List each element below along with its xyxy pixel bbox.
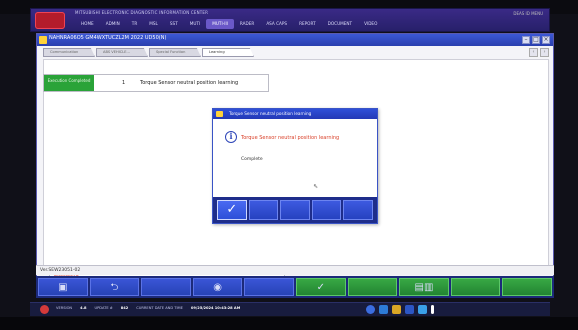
close-icon[interactable]: × [542, 36, 550, 44]
monitor-bezel-bottom [0, 317, 578, 330]
dialog-button-3[interactable] [280, 200, 310, 220]
version-value: 4.8 [80, 306, 87, 310]
ok-button[interactable]: ✓ [217, 200, 247, 220]
learning-dialog: Torque Sensor neutral position learning … [212, 108, 378, 224]
menu-msl[interactable]: MSL [143, 19, 164, 29]
system-title: MITSUBISHI ELECTRONIC DIAGNOSTIC INFORMA… [75, 10, 209, 15]
current-datetime-value: 09/25/2024 10:43:28 AM [190, 306, 241, 310]
record-button[interactable]: ◉ [192, 278, 243, 296]
tools-icon[interactable] [418, 305, 427, 314]
dialog-title: Torque Sensor neutral position learning [229, 111, 312, 116]
dialog-button-5[interactable] [343, 200, 373, 220]
tab-abs-vehicle[interactable]: ABS VEHICLE... [96, 48, 148, 57]
tab-learning[interactable]: Learning [202, 48, 254, 57]
minimize-icon[interactable]: – [522, 36, 530, 44]
menu-tr[interactable]: TR [126, 19, 143, 29]
menu-muti-iii[interactable]: MUTI-III [206, 19, 234, 29]
step-number: 1 [122, 80, 126, 86]
menu-muti[interactable]: MUTI [184, 19, 206, 29]
tab-nav-buttons: ‹ › [529, 48, 549, 57]
brand-logo [35, 12, 65, 29]
taskbar-info: VERSION 4.8 UPDATE # 842 CURRENT DATE AN… [56, 306, 240, 310]
tab-prev-icon[interactable]: ‹ [529, 48, 538, 57]
screen: MITSUBISHI ELECTRONIC DIAGNOSTIC INFORMA… [0, 0, 578, 330]
info-icon: i [225, 131, 237, 143]
version-label: VERSION [56, 306, 73, 310]
current-datetime-label: CURRENT DATE AND TIME [136, 306, 183, 310]
tab-special-function[interactable]: Special Function [149, 48, 201, 57]
main-menu: HOME ADMIN TR MSL SST MUTI MUTI-III RADE… [75, 19, 383, 29]
dialog-titlebar: Torque Sensor neutral position learning [213, 109, 377, 119]
version-bar: Ver.SEW23051-02 [36, 265, 554, 275]
menu-rader[interactable]: RADER [234, 19, 260, 29]
menu-asa-caps[interactable]: ASA CAPS [260, 19, 293, 29]
window-controls: – □ × [522, 36, 550, 44]
network-icon[interactable] [366, 305, 375, 314]
top-right-info: DEAS ID MENU [513, 11, 543, 16]
bottom-toolbar: ▣ ⮌ ◉ ✓ ▤▥ [36, 276, 554, 298]
browser-icon[interactable] [379, 305, 388, 314]
dialog-button-bar: ✓ [213, 197, 377, 223]
update-label: UPDATE # [94, 306, 113, 310]
back-button[interactable]: ⮌ [89, 278, 140, 296]
tray-divider-icon [431, 305, 434, 314]
tab-next-icon[interactable]: › [540, 48, 549, 57]
app-top-bar: MITSUBISHI ELECTRONIC DIAGNOSTIC INFORMA… [30, 8, 550, 32]
step-text: Torque Sensor neutral position learning [140, 80, 239, 86]
menu-sst[interactable]: SST [164, 19, 184, 29]
menu-report[interactable]: REPORT [293, 19, 322, 29]
toolbar-button-7[interactable] [347, 278, 398, 296]
toolbar-button-5[interactable] [244, 278, 294, 296]
maximize-icon[interactable]: □ [532, 36, 540, 44]
toolbar-button-10[interactable] [502, 278, 552, 296]
grid-view-button[interactable]: ▤▥ [399, 278, 449, 296]
start-icon[interactable] [40, 305, 49, 314]
taskbar: VERSION 4.8 UPDATE # 842 CURRENT DATE AN… [30, 302, 550, 316]
confirm-button[interactable]: ✓ [295, 278, 346, 296]
toolbar-button-3[interactable] [141, 278, 191, 296]
update-value: 842 [120, 306, 129, 310]
tab-strip: Communication ABS VEHICLE... Special Fun… [43, 48, 255, 57]
status-badge: Execution Completed [44, 75, 94, 91]
folder-icon[interactable] [392, 305, 401, 314]
window-icon[interactable] [405, 305, 414, 314]
tab-communication[interactable]: Communication [43, 48, 95, 57]
mouse-cursor-icon: ⇖ [313, 183, 319, 190]
menu-video[interactable]: VIDEO [358, 19, 383, 29]
menu-document[interactable]: DOCUMENT [322, 19, 358, 29]
procedure-row[interactable]: Execution Completed 1 Torque Sensor neut… [43, 74, 269, 92]
window-app-icon [39, 36, 47, 44]
dialog-button-2[interactable] [248, 200, 279, 220]
dialog-subtext: Complete [241, 157, 263, 162]
window-title: NAHNRA06O5 GM4WXTUCZL2M 2022 UD50(N) [49, 35, 167, 41]
dialog-button-4[interactable] [311, 200, 342, 220]
home-button[interactable]: ▣ [38, 278, 88, 296]
menu-home[interactable]: HOME [75, 19, 100, 29]
dialog-message: Torque Sensor neutral position learning [241, 135, 340, 141]
menu-admin[interactable]: ADMIN [100, 19, 126, 29]
window-titlebar: NAHNRA06O5 GM4WXTUCZL2M 2022 UD50(N) – □… [37, 34, 553, 46]
toolbar-button-9[interactable] [450, 278, 501, 296]
system-tray [366, 305, 434, 314]
dialog-app-icon [216, 111, 223, 117]
